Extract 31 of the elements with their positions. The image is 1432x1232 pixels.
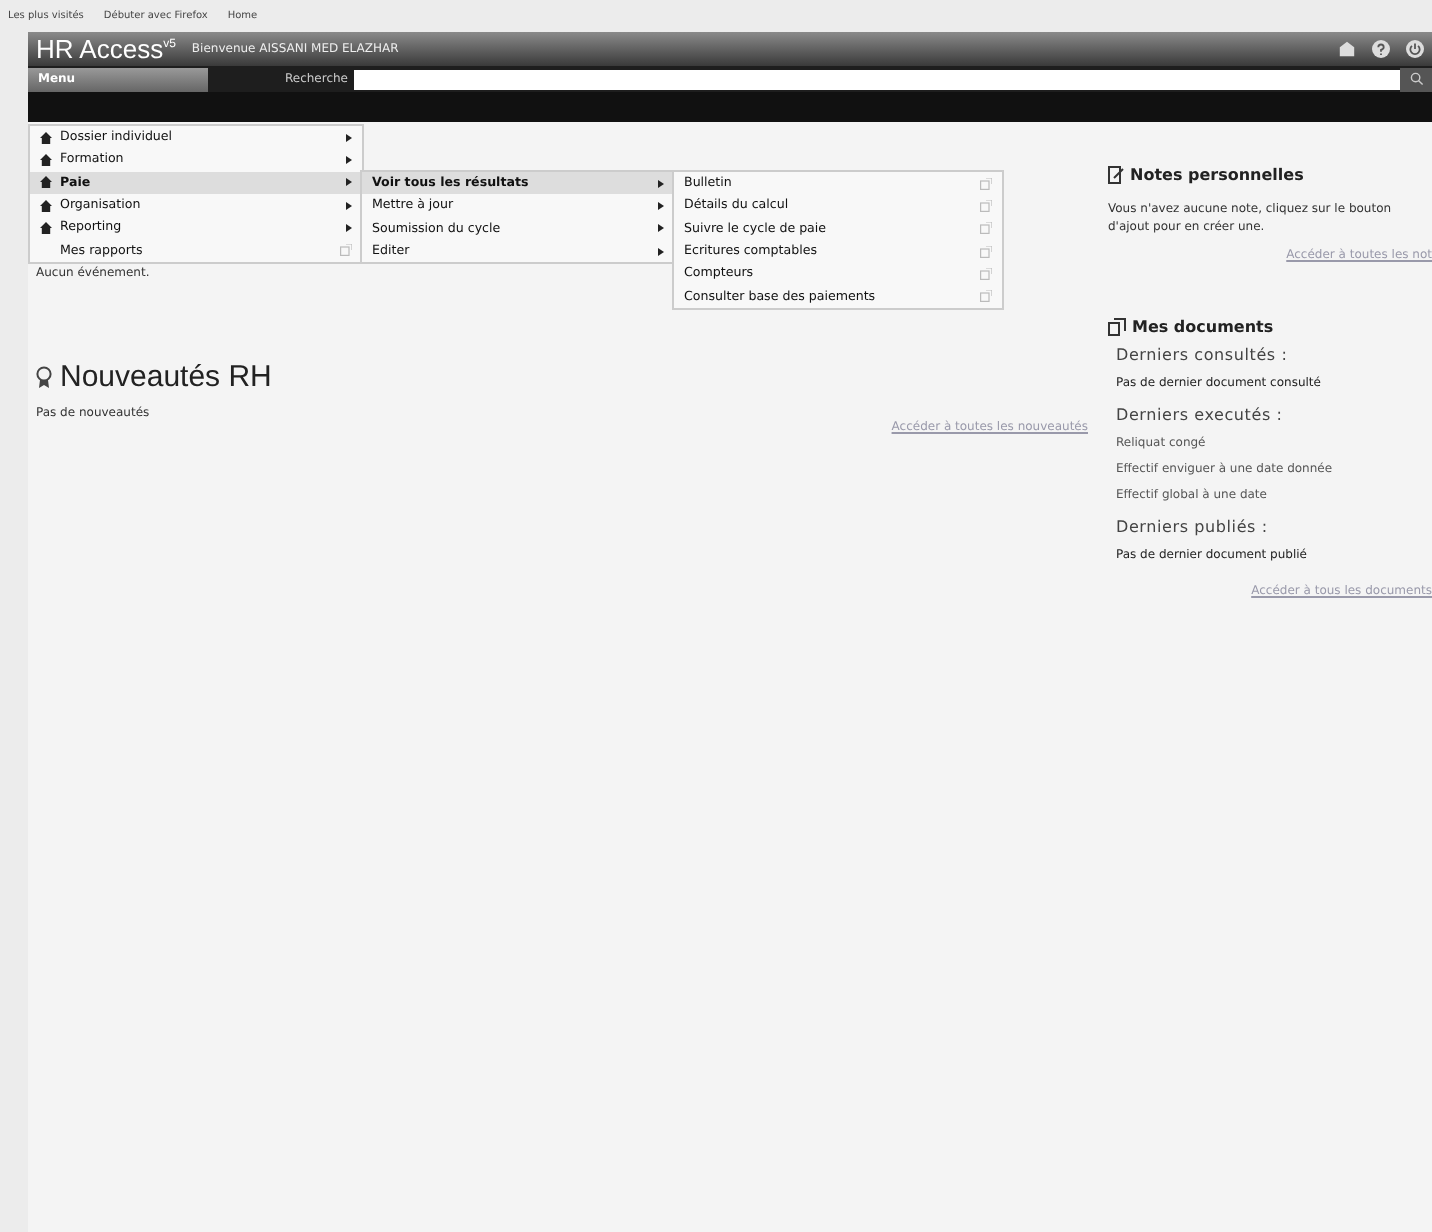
arrow-icon [658,201,664,210]
arrow-icon [658,224,664,233]
subsection-title: Derniers executés : [1116,406,1285,424]
search-icon [1409,72,1423,86]
external-link-icon [980,177,992,190]
arrow-icon [346,155,352,164]
arrow-icon [658,247,664,256]
arrow-icon [346,178,352,187]
power-icon[interactable] [1406,40,1424,58]
arrow-icon [346,133,352,142]
app-logo: HR Access$^{v5}$ [36,34,176,64]
external-link-icon [980,222,992,235]
help-icon[interactable] [1372,40,1390,58]
documents-icon [1108,318,1126,336]
note-icon [1108,166,1124,184]
external-link-icon [980,267,992,280]
section-title: Notes personnelles [1130,166,1304,184]
arrow-icon [346,223,352,232]
external-link-icon [980,199,992,212]
arrow-icon [346,201,352,210]
external-link-icon [980,290,992,303]
external-link-icon [340,244,352,257]
section-title: Mes documents [1132,318,1274,336]
award-icon [36,366,52,388]
arrow-icon [658,179,664,188]
external-link-icon [980,245,992,258]
subsection-title: Derniers consultés : [1116,346,1290,364]
search-button[interactable] [1400,67,1432,91]
subsection-title: Derniers publiés : [1116,518,1270,536]
section-title: Nouveautés RH [60,360,272,394]
search-field[interactable] [354,69,1400,89]
